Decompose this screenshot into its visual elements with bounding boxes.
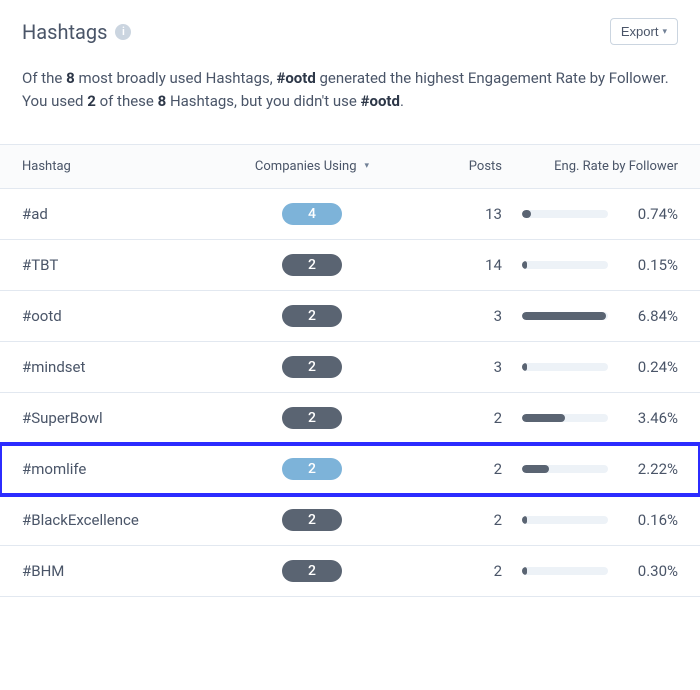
eng-value: 2.22% (622, 460, 678, 478)
hashtag-cell: #ootd (22, 307, 222, 325)
intro-used: 2 (87, 92, 96, 110)
eng-bar-fill (522, 261, 527, 269)
companies-cell: 2 (222, 509, 402, 531)
posts-cell: 3 (402, 307, 502, 325)
hashtag-cell: #mindset (22, 358, 222, 376)
companies-pill: 2 (282, 560, 342, 582)
eng-value: 0.30% (622, 562, 678, 580)
intro-of: 8 (158, 92, 167, 110)
eng-bar-track (522, 516, 608, 524)
companies-cell: 2 (222, 305, 402, 327)
companies-cell: 2 (222, 407, 402, 429)
eng-bar-fill (522, 363, 527, 371)
table-body: #ad 4 13 0.74% #TBT 2 14 0.15% #ootd 2 3 6.84% #mind… (0, 189, 700, 597)
eng-bar-fill (522, 312, 606, 320)
companies-pill: 2 (282, 509, 342, 531)
eng-bar-track (522, 312, 608, 320)
export-button[interactable]: Export ▾ (610, 18, 678, 45)
table-header: Hashtag Companies Using ▾ Posts Eng. Rat… (0, 144, 700, 189)
hashtag-cell: #SuperBowl (22, 409, 222, 427)
col-header-hashtag[interactable]: Hashtag (22, 159, 222, 174)
companies-pill: 2 (282, 305, 342, 327)
intro-top-hashtag: #ootd (276, 69, 315, 87)
col-header-eng[interactable]: Eng. Rate by Follower (502, 159, 678, 174)
companies-cell: 4 (222, 203, 402, 225)
companies-pill: 4 (282, 203, 342, 225)
header: Hashtags i Export ▾ (0, 0, 700, 57)
intro-missed: #ootd (361, 92, 400, 110)
companies-pill: 2 (282, 356, 342, 378)
eng-bar-track (522, 261, 608, 269)
companies-cell: 2 (222, 458, 402, 480)
sort-chevron-down-icon: ▾ (365, 161, 370, 171)
companies-pill: 2 (282, 407, 342, 429)
companies-cell: 2 (222, 254, 402, 276)
posts-cell: 2 (402, 511, 502, 529)
table-row[interactable]: #ad 4 13 0.74% (0, 189, 700, 240)
eng-value: 0.24% (622, 358, 678, 376)
eng-bar-track (522, 414, 608, 422)
eng-value: 0.74% (622, 205, 678, 223)
col-header-posts[interactable]: Posts (402, 159, 502, 174)
hashtag-cell: #momlife (22, 460, 222, 478)
eng-value: 3.46% (622, 409, 678, 427)
table-row[interactable]: #BlackExcellence 2 2 0.16% (0, 495, 700, 546)
posts-cell: 13 (402, 205, 502, 223)
col-header-companies-label: Companies Using (255, 159, 357, 174)
eng-bar-track (522, 363, 608, 371)
posts-cell: 3 (402, 358, 502, 376)
eng-bar-fill (522, 210, 531, 218)
eng-bar-fill (522, 567, 527, 575)
eng-bar-track (522, 210, 608, 218)
eng-cell: 2.22% (502, 460, 678, 478)
hashtag-cell: #BHM (22, 562, 222, 580)
col-header-companies[interactable]: Companies Using ▾ (222, 159, 402, 174)
hashtag-cell: #TBT (22, 256, 222, 274)
eng-cell: 0.74% (502, 205, 678, 223)
eng-value: 6.84% (622, 307, 678, 325)
posts-cell: 14 (402, 256, 502, 274)
eng-cell: 6.84% (502, 307, 678, 325)
intro-text: Of the 8 most broadly used Hashtags, #oo… (0, 57, 700, 144)
eng-bar-fill (522, 465, 549, 473)
eng-cell: 0.15% (502, 256, 678, 274)
posts-cell: 2 (402, 460, 502, 478)
eng-cell: 0.16% (502, 511, 678, 529)
eng-bar-fill (522, 516, 527, 524)
companies-cell: 2 (222, 560, 402, 582)
eng-value: 0.15% (622, 256, 678, 274)
eng-value: 0.16% (622, 511, 678, 529)
intro-total: 8 (66, 69, 75, 87)
posts-cell: 2 (402, 562, 502, 580)
eng-bar-track (522, 465, 608, 473)
eng-cell: 3.46% (502, 409, 678, 427)
table-row[interactable]: #momlife 2 2 2.22% (0, 444, 700, 495)
info-icon[interactable]: i (115, 24, 131, 40)
title-wrap: Hashtags i (22, 20, 131, 44)
table-row[interactable]: #TBT 2 14 0.15% (0, 240, 700, 291)
eng-cell: 0.24% (502, 358, 678, 376)
companies-pill: 2 (282, 458, 342, 480)
posts-cell: 2 (402, 409, 502, 427)
chevron-down-icon: ▾ (662, 26, 667, 37)
eng-cell: 0.30% (502, 562, 678, 580)
table-row[interactable]: #SuperBowl 2 2 3.46% (0, 393, 700, 444)
hashtag-cell: #ad (22, 205, 222, 223)
export-label: Export (621, 24, 659, 39)
eng-bar-fill (522, 414, 565, 422)
table-row[interactable]: #BHM 2 2 0.30% (0, 546, 700, 597)
companies-cell: 2 (222, 356, 402, 378)
table-row[interactable]: #mindset 2 3 0.24% (0, 342, 700, 393)
hashtag-cell: #BlackExcellence (22, 511, 222, 529)
page-title: Hashtags (22, 20, 107, 44)
table-row[interactable]: #ootd 2 3 6.84% (0, 291, 700, 342)
eng-bar-track (522, 567, 608, 575)
companies-pill: 2 (282, 254, 342, 276)
